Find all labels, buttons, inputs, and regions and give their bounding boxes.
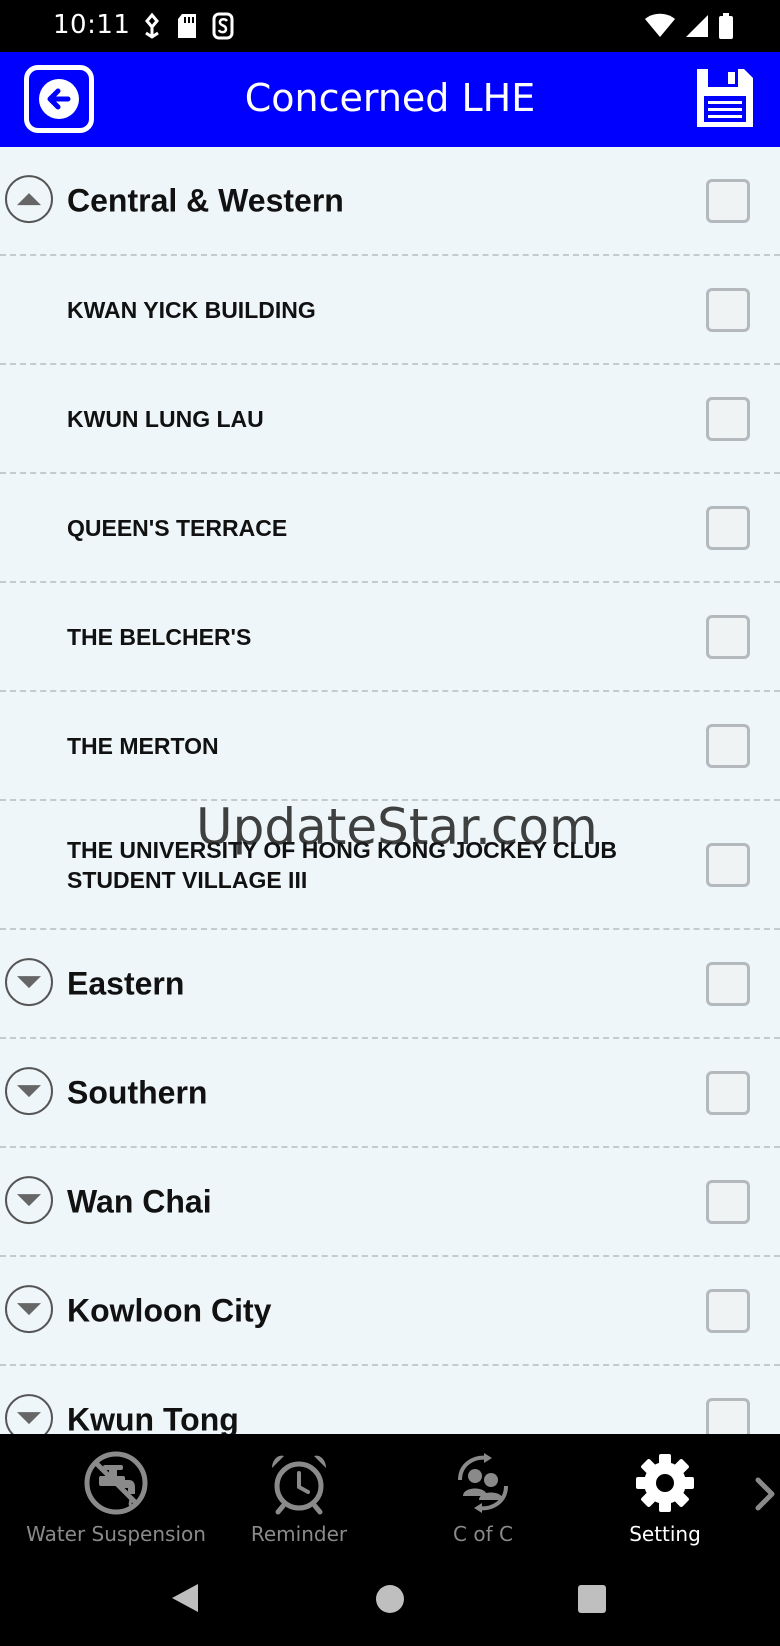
page-title: Concerned LHE (244, 76, 536, 120)
collapse-toggle[interactable] (5, 174, 53, 223)
group-row-eastern[interactable]: Eastern (0, 930, 780, 1039)
triangle-down-icon (17, 975, 41, 988)
status-notification-icons (142, 12, 234, 40)
triangle-down-icon (17, 1084, 41, 1097)
nav-label: Setting (629, 1522, 701, 1546)
system-recents-icon[interactable] (578, 1585, 606, 1613)
sd-card-icon (178, 14, 196, 38)
child-row[interactable]: KWAN YICK BUILDING (0, 256, 780, 365)
battery-icon (719, 13, 733, 39)
triangle-up-icon (17, 192, 41, 205)
expand-toggle[interactable] (5, 957, 53, 1006)
expand-toggle[interactable] (5, 1175, 53, 1224)
nav-label: Reminder (250, 1522, 348, 1546)
chevron-right-icon[interactable] (750, 1474, 780, 1514)
child-label: THE UNIVERSITY OF HONG KONG JOCKEY CLUB … (67, 836, 617, 893)
location-icon (145, 12, 159, 39)
gear-icon (636, 1454, 694, 1512)
vpn-icon (212, 12, 234, 40)
group-label: Southern (67, 1074, 208, 1110)
expand-toggle[interactable] (5, 1393, 53, 1434)
status-bar: 10:11 (0, 0, 780, 52)
child-checkbox[interactable] (706, 842, 750, 887)
group-row-central-western[interactable]: Central & Western (0, 147, 780, 256)
cellular-signal-icon (686, 15, 708, 37)
group-label: Eastern (67, 965, 185, 1001)
water-tap-off-icon (84, 1451, 148, 1515)
child-row[interactable]: THE UNIVERSITY OF HONG KONG JOCKEY CLUB … (0, 801, 780, 930)
group-label: Kowloon City (67, 1292, 272, 1328)
child-row[interactable]: THE BELCHER'S (0, 583, 780, 692)
triangle-down-icon (17, 1193, 41, 1206)
child-checkbox[interactable] (706, 287, 750, 332)
group-label: Kwun Tong (67, 1401, 239, 1434)
expand-toggle[interactable] (5, 1066, 53, 1115)
lhe-list: Central & Western KWAN YICK BUILDING KWU… (0, 147, 780, 1434)
child-checkbox[interactable] (706, 396, 750, 441)
nav-setting[interactable]: Setting (588, 1434, 742, 1552)
save-button[interactable] (694, 66, 756, 130)
child-checkbox[interactable] (706, 723, 750, 768)
child-row[interactable]: KWUN LUNG LAU (0, 365, 780, 474)
nav-reminder[interactable]: Reminder (222, 1434, 376, 1552)
group-checkbox[interactable] (706, 1397, 750, 1434)
expand-toggle[interactable] (5, 1284, 53, 1333)
nav-water-suspension[interactable]: Water Suspension (10, 1434, 222, 1552)
group-checkbox[interactable] (706, 1288, 750, 1333)
child-label: THE BELCHER'S (67, 623, 252, 650)
people-cycle-icon (458, 1453, 508, 1513)
group-checkbox[interactable] (706, 961, 750, 1006)
child-checkbox[interactable] (706, 614, 750, 659)
app-bar: Concerned LHE (0, 52, 780, 147)
child-checkbox[interactable] (706, 505, 750, 550)
status-time: 10:11 (53, 10, 131, 40)
group-checkbox[interactable] (706, 1179, 750, 1224)
child-label: THE MERTON (67, 732, 219, 759)
wifi-icon (645, 13, 675, 37)
bottom-nav: Water Suspension Reminder C of C Setting (0, 1434, 780, 1552)
child-label: QUEEN'S TERRACE (67, 514, 288, 541)
child-row[interactable]: THE MERTON (0, 692, 780, 801)
child-label: KWAN YICK BUILDING (67, 296, 316, 323)
group-row-wan-chai[interactable]: Wan Chai (0, 1148, 780, 1257)
child-label: KWUN LUNG LAU (67, 405, 264, 432)
system-nav-bar (0, 1552, 780, 1646)
system-back-icon[interactable] (170, 1582, 200, 1614)
nav-c-of-c[interactable]: C of C (406, 1434, 560, 1552)
group-checkbox[interactable] (706, 1070, 750, 1115)
floppy-disk-icon (697, 69, 753, 127)
nav-label: C of C (453, 1522, 513, 1546)
child-row[interactable]: QUEEN'S TERRACE (0, 474, 780, 583)
nav-label: Water Suspension (26, 1522, 206, 1546)
group-checkbox[interactable] (706, 178, 750, 223)
group-label: Central & Western (67, 182, 344, 218)
system-home-icon[interactable] (375, 1584, 405, 1614)
status-system-icons (644, 12, 734, 40)
group-label: Wan Chai (67, 1183, 212, 1219)
alarm-clock-icon (272, 1455, 326, 1515)
group-row-kowloon-city[interactable]: Kowloon City (0, 1257, 780, 1366)
triangle-down-icon (17, 1302, 41, 1315)
group-row-kwun-tong[interactable]: Kwun Tong (0, 1366, 780, 1434)
group-row-southern[interactable]: Southern (0, 1039, 780, 1148)
triangle-down-icon (17, 1411, 41, 1424)
